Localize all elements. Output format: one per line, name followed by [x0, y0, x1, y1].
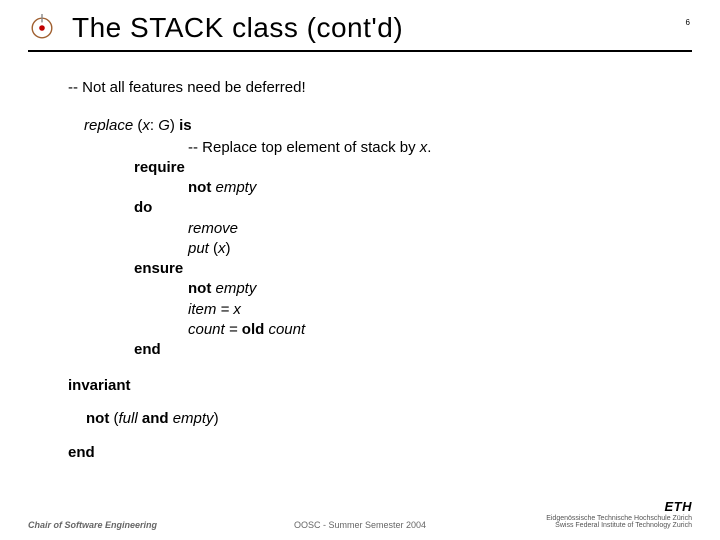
put-close: ) [226, 240, 231, 257]
invariant-block: invariant not (full and empty) [68, 376, 692, 429]
bullet-icon [28, 14, 56, 42]
comment-suffix: . [427, 139, 431, 156]
body-remove: remove [68, 219, 692, 239]
post-count: count = old count [68, 320, 692, 340]
arg-name: x [142, 117, 150, 134]
paren-open: ( [133, 117, 142, 134]
precondition: not empty [68, 178, 692, 198]
kw-ensure: ensure [68, 259, 692, 279]
page-number: 6 [686, 18, 690, 27]
feature-comment: -- Not all features need be deferred! [68, 78, 692, 98]
body-put: put (x) [68, 239, 692, 259]
kw-not: not [188, 179, 211, 196]
kw-not-inv: not [86, 410, 109, 427]
put-open: ( [209, 240, 218, 257]
routine-comment: -- Replace top element of stack by x. [68, 138, 692, 158]
colon: : [150, 117, 158, 134]
slide-content: -- Not all features need be deferred! re… [28, 78, 692, 463]
slide-header: The STACK class (cont'd) [28, 12, 692, 52]
slide-title: The STACK class (cont'd) [72, 12, 403, 44]
post-count-right: count [264, 321, 305, 338]
invariant-expr: not (full and empty) [68, 409, 692, 429]
pre-empty: empty [211, 179, 256, 196]
put-name: put [188, 240, 209, 257]
slide-footer: Chair of Software Engineering OOSC - Sum… [0, 500, 720, 530]
footer-left: Chair of Software Engineering [28, 520, 157, 530]
post-not-empty: not empty [68, 279, 692, 299]
kw-not-2: not [188, 280, 211, 297]
paren-close: ) [170, 117, 179, 134]
kw-do: do [68, 198, 692, 218]
kw-invariant: invariant [68, 376, 692, 396]
inv-close: ) [214, 410, 219, 427]
kw-end-class: end [68, 443, 692, 463]
kw-old: old [242, 321, 265, 338]
kw-require: require [68, 158, 692, 178]
eth-logo: ETH [546, 500, 692, 514]
put-arg: x [218, 240, 226, 257]
routine-signature: replace (x: G) is [68, 116, 692, 136]
kw-and: and [138, 410, 173, 427]
kw-end-routine: end [68, 340, 692, 360]
slide: The STACK class (cont'd) 6 -- Not all fe… [0, 0, 720, 540]
arg-type: G [158, 117, 170, 134]
inv-open: ( [109, 410, 118, 427]
post-empty: empty [211, 280, 256, 297]
post-item: item = x [68, 300, 692, 320]
routine-name: replace [84, 117, 133, 134]
inv-empty: empty [173, 410, 214, 427]
footer-right: ETH Eidgenössische Technische Hochschule… [546, 500, 692, 530]
eth-line1: Eidgenössische Technische Hochschule Zür… [546, 515, 692, 523]
kw-is: is [179, 117, 192, 134]
comment-prefix: -- Replace top element of stack by [188, 139, 420, 156]
post-count-left: count = [188, 321, 242, 338]
eth-line2: Swiss Federal Institute of Technology Zu… [546, 522, 692, 530]
inv-full: full [119, 410, 138, 427]
footer-center: OOSC - Summer Semester 2004 [294, 520, 426, 530]
